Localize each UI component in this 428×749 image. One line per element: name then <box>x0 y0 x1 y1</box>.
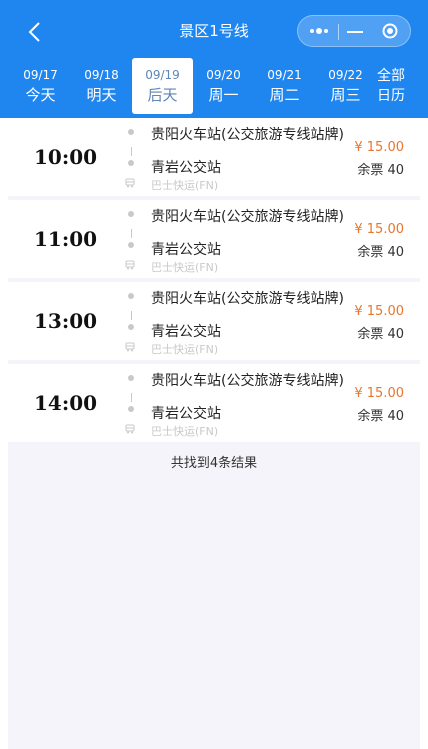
operator: 巴士快运(FN) <box>151 261 219 274</box>
all-dates-label: 全部 <box>377 68 405 84</box>
minimize-icon[interactable] <box>347 31 363 33</box>
all-dates-button[interactable]: 全部 日历 <box>362 58 420 114</box>
weekday-label: 周二 <box>269 86 300 104</box>
target-icon[interactable] <box>382 23 398 39</box>
bus-icon <box>125 424 135 434</box>
weekday-label: 周一 <box>208 86 239 104</box>
date-tab[interactable]: 09/17 今天 <box>10 58 71 114</box>
origin-dot <box>128 375 134 381</box>
operator: 巴士快运(FN) <box>151 179 219 192</box>
date-tab[interactable]: 09/20 周一 <box>193 58 254 114</box>
route-connector <box>131 393 132 402</box>
ticket-price: ¥ 15.00 <box>354 386 404 401</box>
remaining-seats: 余票 40 <box>357 409 404 424</box>
bus-icon <box>125 342 135 352</box>
trip-card[interactable]: 13:00 贵阳火车站(公交旅游专线站牌) 青岩公交站 巴士快运(FN) ¥ 1… <box>8 282 420 360</box>
origin-station: 贵阳火车站(公交旅游专线站牌) <box>151 291 344 307</box>
ticket-price: ¥ 15.00 <box>354 222 404 237</box>
destination-dot <box>128 406 134 412</box>
origin-dot <box>128 211 134 217</box>
ticket-price: ¥ 15.00 <box>354 140 404 155</box>
trip-card[interactable]: 11:00 贵阳火车站(公交旅游专线站牌) 青岩公交站 巴士快运(FN) ¥ 1… <box>8 200 420 278</box>
trip-card[interactable]: 14:00 贵阳火车站(公交旅游专线站牌) 青岩公交站 巴士快运(FN) ¥ 1… <box>8 364 420 442</box>
date-tab-selected[interactable]: 09/19 后天 <box>132 58 193 114</box>
trip-card[interactable]: 10:00 贵阳火车站(公交旅游专线站牌) 青岩公交站 巴士快运(FN) ¥ 1… <box>8 118 420 196</box>
bus-icon <box>125 260 135 270</box>
origin-station: 贵阳火车站(公交旅游专线站牌) <box>151 373 344 389</box>
departure-time: 14:00 <box>34 391 98 415</box>
destination-station: 青岩公交站 <box>151 406 221 422</box>
remaining-seats: 余票 40 <box>357 163 404 178</box>
weekday-label: 后天 <box>147 86 178 104</box>
date-tab[interactable]: 09/18 明天 <box>71 58 132 114</box>
origin-station: 贵阳火车站(公交旅游专线站牌) <box>151 209 344 225</box>
origin-dot <box>128 129 134 135</box>
departure-time: 13:00 <box>34 309 98 333</box>
calendar-label: 日历 <box>377 88 405 104</box>
weekday-label: 明天 <box>86 86 117 104</box>
date-tab[interactable]: 09/21 周二 <box>254 58 315 114</box>
date-label: 09/21 <box>267 68 302 82</box>
route-connector <box>131 311 132 320</box>
mini-program-capsule <box>297 15 411 47</box>
header-bar: 景区1号线 09/17 今天 09/18 明天 09/19 后天 09/20 周… <box>0 0 428 118</box>
route-connector <box>131 147 132 156</box>
ticket-price: ¥ 15.00 <box>354 304 404 319</box>
date-label: 09/19 <box>145 68 180 82</box>
date-label: 09/17 <box>23 68 58 82</box>
destination-dot <box>128 242 134 248</box>
origin-station: 贵阳火车站(公交旅游专线站牌) <box>151 127 344 143</box>
date-label: 09/20 <box>206 68 241 82</box>
departure-time: 10:00 <box>34 145 98 169</box>
route-connector <box>131 229 132 238</box>
origin-dot <box>128 293 134 299</box>
date-label: 09/18 <box>84 68 119 82</box>
remaining-seats: 余票 40 <box>357 245 404 260</box>
bus-icon <box>125 178 135 188</box>
operator: 巴士快运(FN) <box>151 343 219 356</box>
date-selector: 09/17 今天 09/18 明天 09/19 后天 09/20 周一 09/2… <box>0 58 428 114</box>
departure-time: 11:00 <box>34 227 98 251</box>
destination-station: 青岩公交站 <box>151 324 221 340</box>
destination-station: 青岩公交站 <box>151 242 221 258</box>
operator: 巴士快运(FN) <box>151 425 219 438</box>
destination-dot <box>128 160 134 166</box>
result-count: 共找到4条结果 <box>170 456 258 471</box>
destination-station: 青岩公交站 <box>151 160 221 176</box>
capsule-divider <box>338 24 339 40</box>
remaining-seats: 余票 40 <box>357 327 404 342</box>
destination-dot <box>128 324 134 330</box>
weekday-label: 今天 <box>25 86 56 104</box>
more-dots-icon[interactable] <box>308 26 332 36</box>
